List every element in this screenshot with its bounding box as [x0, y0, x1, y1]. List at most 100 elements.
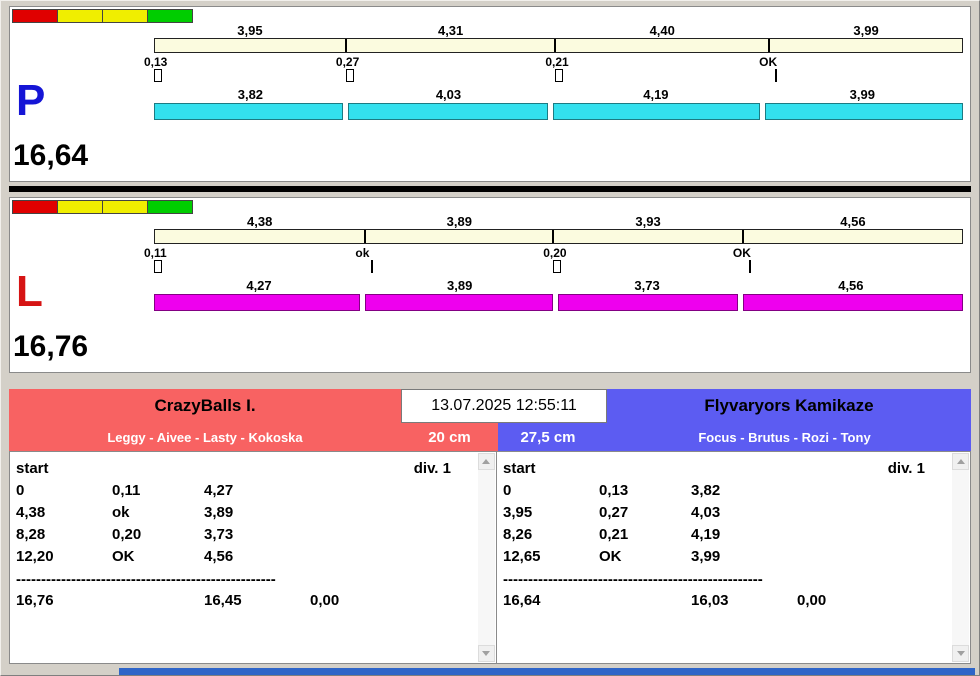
net-time: 16,03: [691, 590, 797, 612]
table-row: 12,20OK4,56: [16, 546, 496, 568]
split-time-label: 3,95: [237, 23, 262, 38]
crossing-times-row: 0,13 0,27 0,21 OK: [154, 55, 963, 68]
team-name-left-label: CrazyBalls I.: [154, 396, 255, 416]
dog-time-segment: [558, 294, 738, 311]
crossing-time: ok: [112, 502, 204, 524]
crossing-checkbox[interactable]: [555, 69, 563, 82]
status-block-green: [147, 200, 193, 214]
crossing-checkbox[interactable]: [371, 260, 373, 273]
division-label: div. 1: [414, 458, 451, 480]
cumulative-time: 8,26: [503, 524, 599, 546]
scoreboard: CrazyBalls I. 13.07.2025 12:55:11 Flyvar…: [9, 389, 971, 664]
scroll-down-button[interactable]: [952, 645, 969, 662]
dog-time-label: 4,27: [246, 278, 271, 293]
table-row: 8,260,214,19: [503, 524, 970, 546]
total-time: 16,76: [16, 590, 112, 612]
cumulative-bar-segment: [155, 39, 347, 52]
crossing-checkbox[interactable]: [154, 260, 162, 273]
crossing-time: OK: [599, 546, 691, 568]
table-header: start div. 1: [503, 458, 970, 480]
crossing-time-label: 0,20: [543, 246, 566, 260]
cumulative-time: 4,38: [16, 502, 112, 524]
crossing-time: 0,27: [599, 502, 691, 524]
scroll-up-button[interactable]: [952, 453, 969, 470]
vertical-scrollbar[interactable]: [478, 453, 495, 662]
totals-row: 16,64 16,030,00: [503, 590, 970, 612]
arrow-up-icon: [482, 459, 490, 464]
jump-height-right-label: 27,5 cm: [520, 429, 575, 446]
split-time-label: 4,40: [650, 23, 675, 38]
status-lights: [12, 200, 192, 214]
lane-total-time: 16,76: [13, 330, 88, 364]
table-row: 8,280,203,73: [16, 524, 496, 546]
cumulative-bar-segment: [554, 230, 744, 243]
results-table-right: start div. 1 00,133,82 3,950,274,03 8,26…: [497, 451, 971, 664]
jump-height-left-label: 20 cm: [428, 429, 471, 446]
crossing-checkbox[interactable]: [775, 69, 777, 82]
cumulative-time: 0: [16, 480, 112, 502]
jump-height-left: 20 cm: [401, 423, 498, 451]
total-time: 16,64: [503, 590, 599, 612]
team-name-right-label: Flyvaryors Kamikaze: [704, 396, 873, 416]
dog-times-row: 3,82 4,03 4,19 3,99: [154, 87, 963, 102]
crossing-time: 0,13: [599, 480, 691, 502]
dog-time-label: 3,73: [634, 278, 659, 293]
cumulative-time: 0: [503, 480, 599, 502]
crossing-checkbox[interactable]: [553, 260, 561, 273]
lane-total-time: 16,64: [13, 139, 88, 173]
crossing-time-label: OK: [733, 246, 751, 260]
datetime-display: 13.07.2025 12:55:11: [401, 389, 607, 423]
crossing-time-label: 0,11: [144, 246, 167, 260]
scroll-up-button[interactable]: [478, 453, 495, 470]
dog-time: 3,99: [691, 546, 797, 568]
crossing-time: 0,21: [599, 524, 691, 546]
cumulative-bar-segment: [770, 39, 962, 52]
cumulative-bar-segment: [347, 39, 556, 52]
status-block-red: [12, 200, 58, 214]
dog-times-bar: [154, 103, 963, 120]
cumulative-time-bar: [154, 229, 963, 244]
dog-lineup-left: Leggy - Aivee - Lasty - Kokoska: [9, 423, 401, 451]
diff-time: 0,00: [797, 590, 826, 612]
cumulative-time-bar: [154, 38, 963, 53]
split-time-label: 3,99: [853, 23, 878, 38]
table-row: 00,133,82: [503, 480, 970, 502]
cumulative-bar-segment: [744, 230, 962, 243]
crossing-time: 0,11: [112, 480, 204, 502]
crossing-time-label: OK: [759, 55, 777, 69]
cumulative-time: 12,20: [16, 546, 112, 568]
arrow-down-icon: [482, 651, 490, 656]
start-label: start: [16, 460, 49, 477]
dog-time: 4,27: [204, 480, 310, 502]
dog-time-segment: [348, 103, 548, 120]
split-time-label: 4,38: [247, 214, 272, 229]
crossing-checkbox[interactable]: [749, 260, 751, 273]
crossing-checkbox[interactable]: [346, 69, 354, 82]
status-block-yellow-2: [102, 200, 148, 214]
dog-times-row: 4,27 3,89 3,73 4,56: [154, 278, 963, 293]
results-area: start div. 1 00,114,27 4,38ok3,89 8,280,…: [9, 451, 971, 664]
team-name-right: Flyvaryors Kamikaze: [607, 389, 971, 423]
vertical-scrollbar[interactable]: [952, 453, 969, 662]
cumulative-time: 12,65: [503, 546, 599, 568]
start-label: start: [503, 460, 536, 477]
dog-time-segment: [154, 294, 360, 311]
lane-letter: P: [16, 79, 45, 123]
results-table-left: start div. 1 00,114,27 4,38ok3,89 8,280,…: [9, 451, 497, 664]
cumulative-time: 3,95: [503, 502, 599, 524]
dog-time-segment: [743, 294, 963, 311]
dog-time-label: 3,99: [850, 87, 875, 102]
division-label: div. 1: [888, 458, 925, 480]
scroll-down-button[interactable]: [478, 645, 495, 662]
split-time-label: 3,89: [447, 214, 472, 229]
dog-time: 4,56: [204, 546, 310, 568]
totals-row: 16,7616,450,00: [16, 590, 496, 612]
status-block-yellow-1: [57, 200, 103, 214]
crossing-time: 0,20: [112, 524, 204, 546]
crossing-checkbox[interactable]: [154, 69, 162, 82]
lane-p-panel: P 16,64 3,95 4,31 4,40 3,99 0,13 0,27 0,…: [9, 6, 971, 182]
crossing-times-row: 0,11 ok 0,20 OK: [154, 246, 963, 259]
table-row: 12,65OK3,99: [503, 546, 970, 568]
split-time-label: 4,31: [438, 23, 463, 38]
table-header: start div. 1: [16, 458, 496, 480]
